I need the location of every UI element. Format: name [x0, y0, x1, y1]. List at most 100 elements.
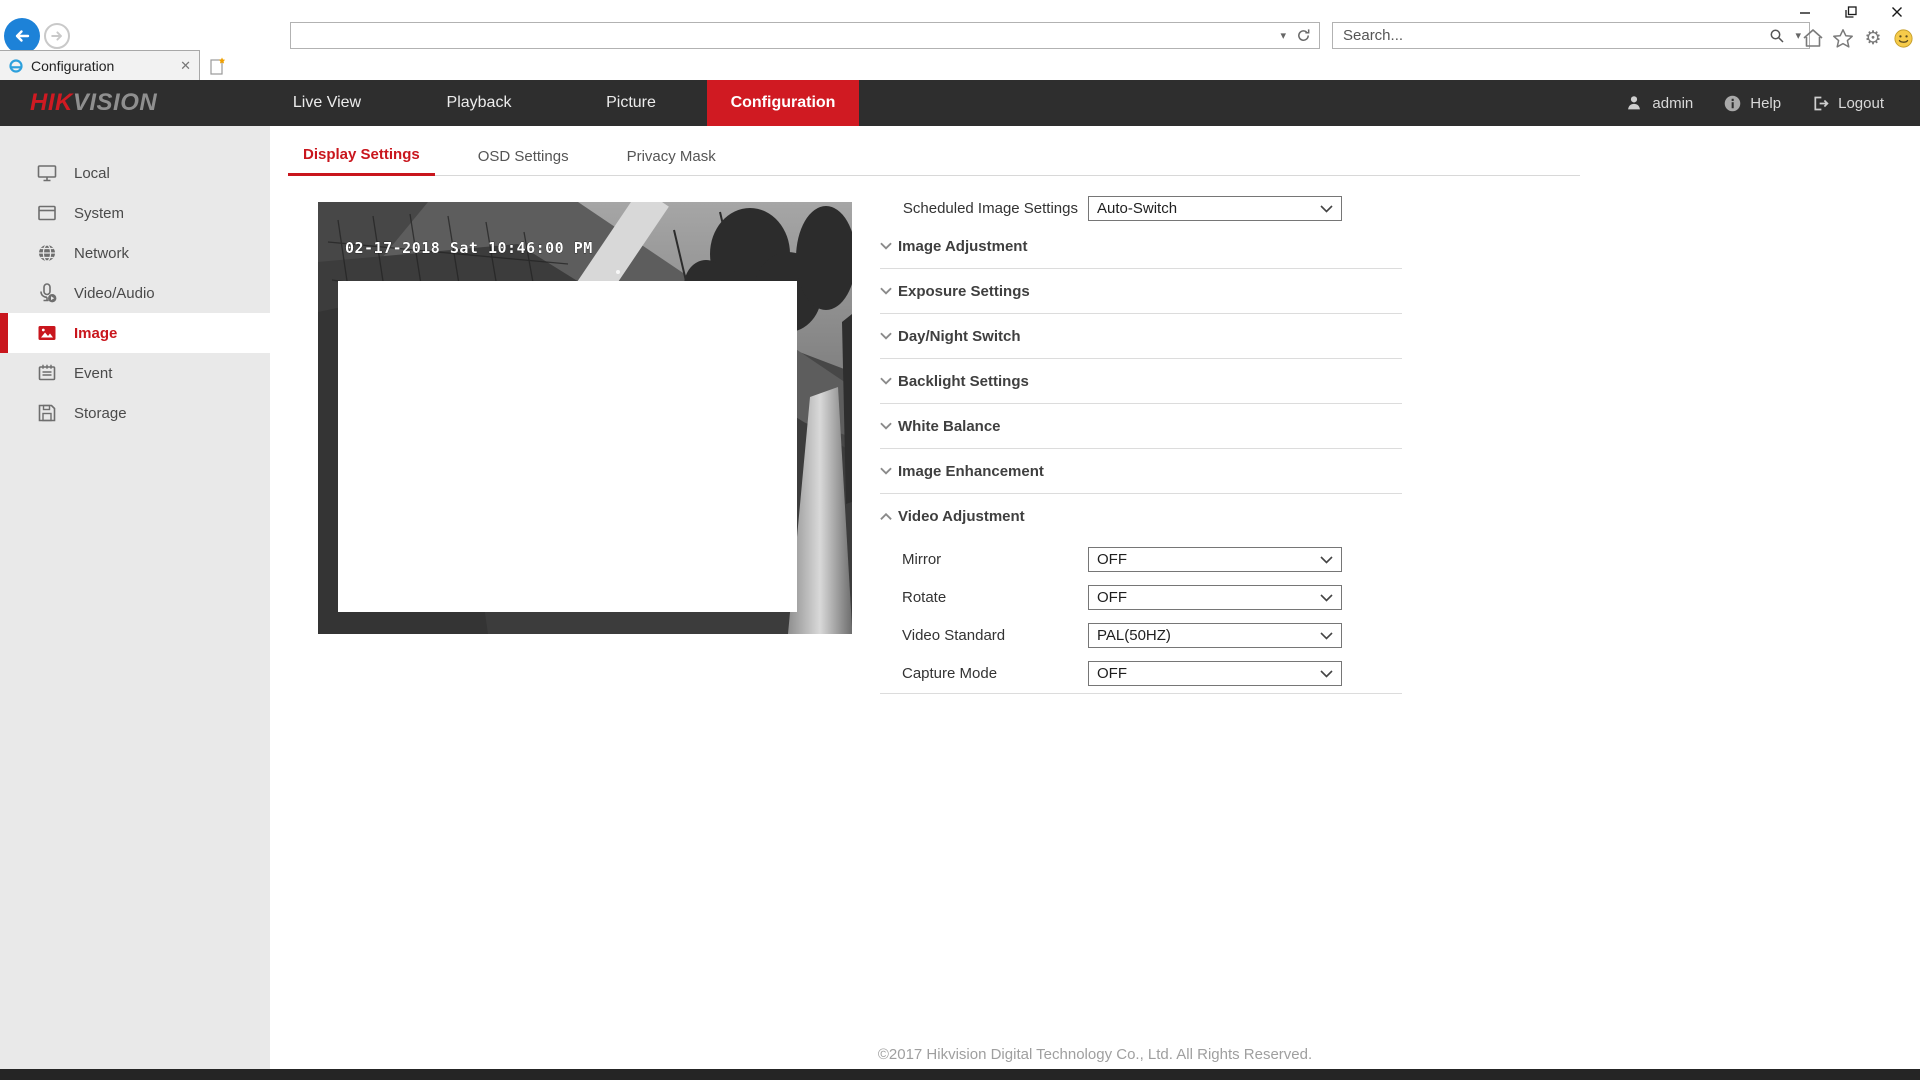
sidebar-label: Network [74, 245, 129, 262]
browser-forward-button[interactable] [44, 23, 70, 49]
favorites-star-icon[interactable] [1830, 26, 1856, 50]
select-value: OFF [1089, 665, 1320, 682]
help-label: Help [1750, 95, 1781, 112]
search-box[interactable]: ▾ [1332, 22, 1810, 49]
section-backlight-settings[interactable]: Backlight Settings [880, 359, 1402, 404]
sidebar-label: Image [74, 325, 117, 342]
privacy-mask-overlay [338, 281, 797, 612]
sidebar-label: Storage [74, 405, 127, 422]
help-button[interactable]: Help [1723, 94, 1781, 113]
sidebar: Local System Network Video/Au [0, 126, 270, 1069]
copyright-footer: ©2017 Hikvision Digital Technology Co., … [270, 1046, 1920, 1063]
logo-hik-text: HIK [30, 89, 73, 117]
tab-display-settings[interactable]: Display Settings [288, 136, 435, 176]
camera-scene: 02-17-2018 Sat 10:46:00 PM [318, 202, 852, 634]
feedback-smiley-icon[interactable] [1890, 26, 1916, 50]
section-image-enhancement[interactable]: Image Enhancement [880, 449, 1402, 494]
section-video-adjustment[interactable]: Video Adjustment [880, 494, 1402, 539]
select-value: PAL(50HZ) [1089, 627, 1320, 644]
tab-privacy-mask[interactable]: Privacy Mask [612, 136, 731, 176]
floppy-icon [36, 402, 58, 424]
nav-live-view[interactable]: Live View [251, 80, 403, 126]
chevron-down-icon [880, 242, 892, 250]
section-title: Video Adjustment [898, 508, 1025, 525]
tab-title: Configuration [31, 58, 173, 74]
section-image-adjustment[interactable]: Image Adjustment [880, 224, 1402, 269]
sidebar-item-system[interactable]: System [0, 193, 270, 233]
scheduled-image-settings-label: Scheduled Image Settings [880, 196, 1078, 221]
monitor-icon [36, 162, 58, 184]
window-close-button[interactable] [1882, 2, 1912, 22]
rotate-select[interactable]: OFF [1088, 585, 1342, 610]
address-input[interactable] [291, 28, 1280, 44]
nav-configuration[interactable]: Configuration [707, 80, 859, 126]
chevron-down-icon [880, 467, 892, 475]
search-icon[interactable] [1769, 28, 1785, 44]
section-title: Image Adjustment [898, 238, 1027, 255]
section-title: White Balance [898, 418, 1001, 435]
window-restore-button[interactable] [1836, 2, 1866, 22]
info-icon [1723, 94, 1742, 113]
chevron-down-icon [1320, 594, 1333, 602]
scheduled-image-settings-select[interactable]: Auto-Switch [1088, 196, 1342, 221]
sidebar-label: Event [74, 365, 112, 382]
rotate-label: Rotate [902, 585, 946, 610]
sidebar-label: System [74, 205, 124, 222]
back-arrow-icon [12, 26, 32, 46]
address-bar[interactable]: ▾ [290, 22, 1320, 49]
notepad-icon [36, 362, 58, 384]
ie-logo-icon [8, 58, 24, 74]
chevron-down-icon [1320, 670, 1333, 678]
window-icon [36, 202, 58, 224]
nav-picture[interactable]: Picture [555, 80, 707, 126]
section-exposure-settings[interactable]: Exposure Settings [880, 269, 1402, 314]
browser-back-button[interactable] [4, 18, 40, 54]
window-bottom-edge [0, 1069, 1920, 1080]
screen: ▾ ▾ [0, 0, 1920, 1080]
logo-vision-text: VISION [73, 89, 157, 117]
home-icon[interactable] [1800, 26, 1826, 50]
capture-mode-select[interactable]: OFF [1088, 661, 1342, 686]
section-white-balance[interactable]: White Balance [880, 404, 1402, 449]
address-dropdown-icon[interactable]: ▾ [1280, 29, 1286, 42]
search-input[interactable] [1333, 27, 1769, 44]
capture-mode-label: Capture Mode [902, 661, 997, 686]
logout-button[interactable]: Logout [1811, 94, 1884, 113]
browser-tab-configuration[interactable]: Configuration ✕ [0, 50, 200, 80]
new-tab-button[interactable] [206, 54, 230, 78]
browser-tab-row: Configuration ✕ [0, 50, 1920, 80]
chevron-down-icon [880, 422, 892, 430]
section-day-night-switch[interactable]: Day/Night Switch [880, 314, 1402, 359]
settings-gear-icon[interactable]: ⚙ [1860, 26, 1886, 50]
sidebar-item-video-audio[interactable]: Video/Audio [0, 273, 270, 313]
mirror-select[interactable]: OFF [1088, 547, 1342, 572]
tab-close-icon[interactable]: ✕ [180, 58, 191, 74]
chevron-down-icon [880, 332, 892, 340]
browser-chrome: ▾ ▾ [0, 0, 1920, 50]
chevron-down-icon [1320, 556, 1333, 564]
sidebar-item-network[interactable]: Network [0, 233, 270, 273]
settings-accordion: Image Adjustment Exposure Settings Day/N… [880, 224, 1402, 539]
window-minimize-button[interactable] [1790, 2, 1820, 22]
sidebar-label: Local [74, 165, 110, 182]
main-nav: Live View Playback Picture Configuration [251, 80, 859, 126]
mirror-label: Mirror [902, 547, 941, 572]
chevron-down-icon [880, 377, 892, 385]
select-value: Auto-Switch [1089, 200, 1320, 217]
video-standard-select[interactable]: PAL(50HZ) [1088, 623, 1342, 648]
main-content: Display Settings OSD Settings Privacy Ma… [270, 126, 1920, 1069]
tab-osd-settings[interactable]: OSD Settings [463, 136, 584, 176]
settings-tabs: Display Settings OSD Settings Privacy Ma… [288, 136, 1580, 176]
sidebar-item-storage[interactable]: Storage [0, 393, 270, 433]
nav-playback[interactable]: Playback [403, 80, 555, 126]
username-label: admin [1652, 95, 1693, 112]
section-divider [880, 693, 1402, 694]
video-standard-label: Video Standard [902, 623, 1005, 648]
refresh-icon[interactable] [1296, 28, 1311, 43]
sidebar-item-image[interactable]: Image [0, 313, 270, 353]
chevron-down-icon [880, 287, 892, 295]
section-title: Exposure Settings [898, 283, 1030, 300]
select-value: OFF [1089, 551, 1320, 568]
sidebar-item-local[interactable]: Local [0, 153, 270, 193]
sidebar-item-event[interactable]: Event [0, 353, 270, 393]
